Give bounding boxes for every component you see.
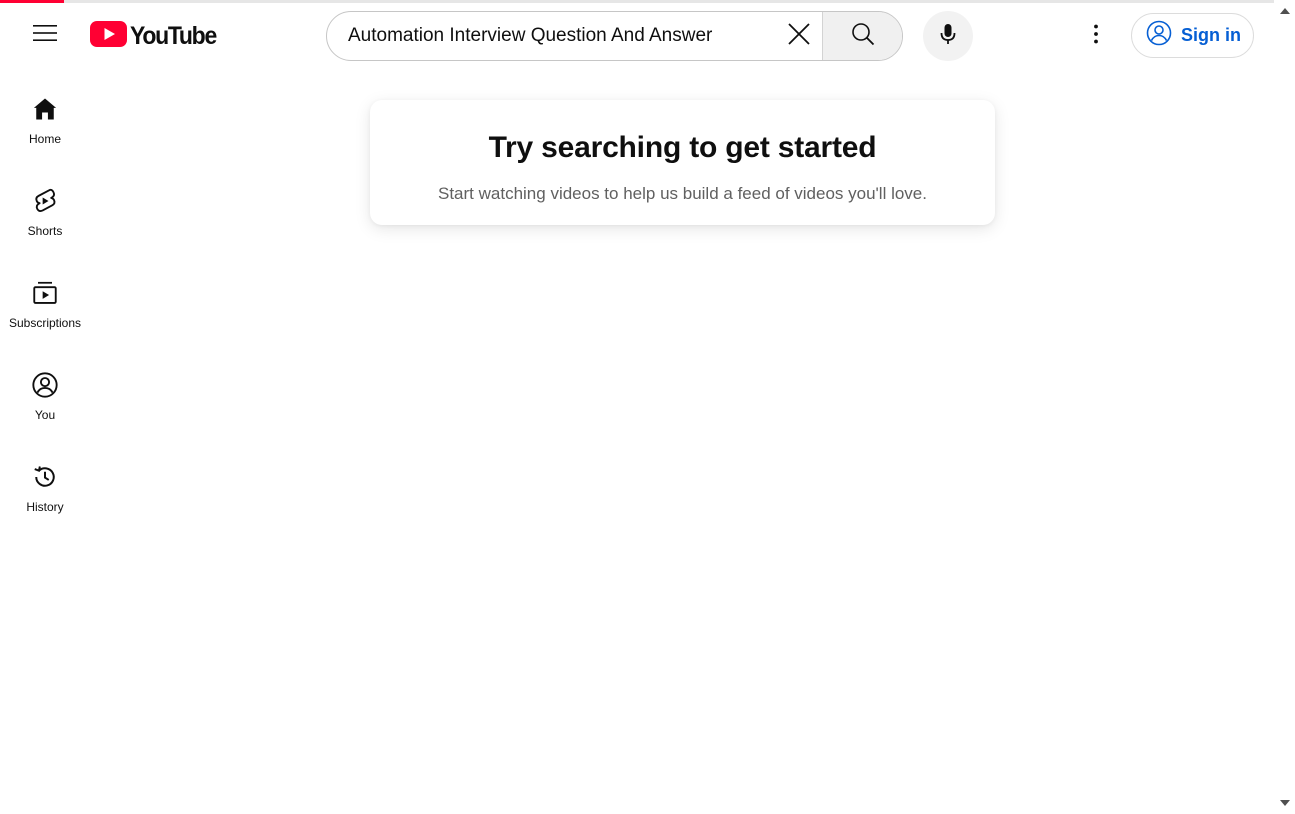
clear-search-button[interactable]: [776, 12, 822, 60]
you-icon: [31, 371, 59, 399]
search-icon: [851, 22, 875, 51]
sidebar-item-label: Shorts: [27, 224, 63, 238]
menu-icon: [33, 21, 57, 50]
search-button[interactable]: [822, 12, 902, 60]
sidebar-item-shorts[interactable]: Shorts: [0, 167, 90, 259]
home-icon: [31, 95, 59, 123]
sign-in-button[interactable]: Sign in: [1131, 13, 1254, 58]
prompt-subtitle: Start watching videos to help us build a…: [438, 184, 927, 203]
more-vert-icon: [1084, 22, 1108, 51]
account-circle-icon: [1146, 20, 1172, 51]
mini-guide: Home Shorts Subscriptions You History: [0, 75, 90, 535]
search-input[interactable]: [327, 12, 776, 60]
subscriptions-icon: [31, 279, 59, 307]
prompt-title: Try searching to get started: [488, 131, 877, 164]
sidebar-item-home[interactable]: Home: [0, 75, 90, 167]
youtube-logo-text: YouTube: [130, 21, 217, 50]
youtube-logo[interactable]: YouTube: [90, 20, 223, 52]
sidebar-item-history[interactable]: History: [0, 443, 90, 535]
feed-prompt-card: Try searching to get started Start watch…: [370, 100, 995, 225]
microphone-icon: [936, 22, 960, 51]
scroll-down-arrow-icon[interactable]: [1280, 800, 1290, 806]
scroll-up-arrow-icon[interactable]: [1280, 8, 1290, 14]
sign-in-label: Sign in: [1181, 25, 1241, 45]
masthead: YouTube Automation Interview Question An…: [0, 3, 1274, 67]
sidebar-item-label: Home: [28, 132, 61, 146]
youtube-logo-icon: [90, 20, 127, 52]
search-box: [326, 11, 903, 61]
sidebar-item-label: Subscriptions: [8, 316, 82, 330]
settings-more-button[interactable]: [1076, 16, 1116, 56]
page-scrollbar[interactable]: [1274, 0, 1295, 814]
sidebar-item-label: You: [34, 408, 56, 422]
sidebar-item-subscriptions[interactable]: Subscriptions: [0, 259, 90, 351]
sidebar-item-label: History: [26, 500, 64, 514]
clear-icon: [787, 22, 811, 51]
sidebar-item-you[interactable]: You: [0, 351, 90, 443]
voice-search-button[interactable]: [923, 11, 973, 61]
guide-menu-button[interactable]: [25, 15, 65, 55]
history-icon: [31, 463, 59, 491]
shorts-icon: [31, 187, 59, 215]
